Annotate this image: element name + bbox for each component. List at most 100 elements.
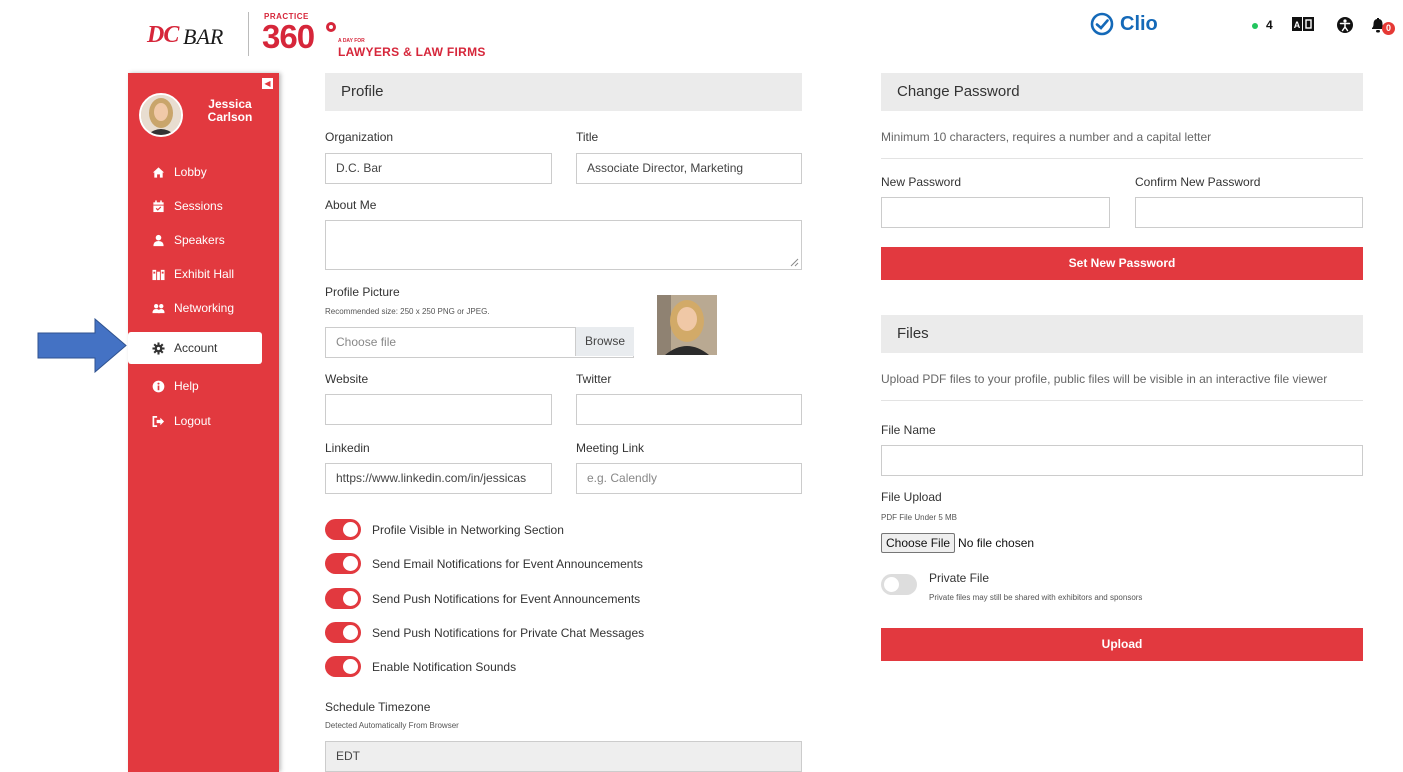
sidebar: ◀ Jessica Carlson Lobby Sessions Speaker… <box>128 73 279 772</box>
title-field[interactable]: Associate Director, Marketing <box>576 153 802 184</box>
toggle-private-file[interactable] <box>881 574 917 595</box>
private-file-label: Private File <box>929 571 990 585</box>
meeting-link-label: Meeting Link <box>576 441 645 455</box>
info-icon <box>152 380 165 392</box>
toggle-label: Enable Notification Sounds <box>372 660 517 674</box>
logo-divider <box>248 12 249 56</box>
sidebar-item-account[interactable]: Account <box>128 332 262 364</box>
avatar-photo <box>141 95 181 135</box>
choose-file-button[interactable]: Choose File <box>881 533 956 553</box>
about-me-label: About Me <box>325 198 377 212</box>
pointer-arrow <box>37 318 127 373</box>
clio-sponsor-logo[interactable]: Clio <box>1090 12 1160 40</box>
meeting-link-field[interactable]: e.g. Calendly <box>576 463 802 494</box>
organization-field[interactable]: D.C. Bar <box>325 153 552 184</box>
logout-icon <box>152 415 165 427</box>
toggle-push-chat[interactable] <box>325 622 361 643</box>
profile-section-header: Profile <box>325 73 802 111</box>
profile-picture-hint: Recommended size: 250 x 250 PNG or JPEG. <box>325 307 490 316</box>
twitter-label: Twitter <box>576 372 612 386</box>
timezone-field[interactable]: EDT <box>325 741 802 772</box>
file-name-field[interactable] <box>881 445 1363 476</box>
sidebar-item-label: Exhibit Hall <box>174 267 235 281</box>
sidebar-item-speakers[interactable]: Speakers <box>128 224 262 256</box>
no-file-chosen-text: No file chosen <box>958 536 1035 550</box>
file-upload-input[interactable]: Choose File No file chosen <box>881 533 1034 553</box>
profile-picture-preview <box>657 295 717 355</box>
toggle-email-announcements[interactable] <box>325 553 361 574</box>
confirm-password-field[interactable] <box>1135 197 1363 228</box>
browse-button[interactable]: Browse <box>575 327 634 356</box>
title-label: Title <box>576 130 599 144</box>
svg-text:A: A <box>1294 20 1301 30</box>
organization-label: Organization <box>325 130 394 144</box>
linkedin-field[interactable]: https://www.linkedin.com/in/jessicas <box>325 463 552 494</box>
sidebar-item-exhibit-hall[interactable]: Exhibit Hall <box>128 258 262 290</box>
sidebar-item-label: Lobby <box>174 165 207 179</box>
file-upload-hint: PDF File Under 5 MB <box>881 513 958 522</box>
private-file-hint: Private files may still be shared with e… <box>929 593 1143 602</box>
user-name: Jessica Carlson <box>207 97 253 124</box>
accessibility-icon[interactable] <box>1334 16 1356 34</box>
change-password-header: Change Password <box>881 73 1363 111</box>
resize-grip-icon[interactable] <box>790 258 799 267</box>
top-header: DC BAR PRACTICE 360 A DAY FOR LAWYERS & … <box>0 0 1403 68</box>
password-hint: Minimum 10 characters, requires a number… <box>881 130 1212 144</box>
confirm-password-label: Confirm New Password <box>1135 175 1261 189</box>
sidebar-item-label: Sessions <box>174 199 223 213</box>
sidebar-item-logout[interactable]: Logout <box>128 405 262 437</box>
sidebar-item-sessions[interactable]: Sessions <box>128 190 262 222</box>
file-name-label: File Name <box>881 423 936 437</box>
new-password-field[interactable] <box>881 197 1110 228</box>
sidebar-item-help[interactable]: Help <box>128 370 262 402</box>
practice-tagline: LAWYERS & LAW FIRMS <box>338 45 486 59</box>
linkedin-label: Linkedin <box>325 441 370 455</box>
website-label: Website <box>325 372 369 386</box>
about-me-textarea[interactable] <box>325 220 802 270</box>
sidebar-item-networking[interactable]: Networking <box>128 292 262 324</box>
files-section-header: Files <box>881 315 1363 353</box>
sidebar-item-label: Account <box>174 341 218 355</box>
calendar-icon <box>153 199 164 212</box>
degree-symbol <box>326 22 336 32</box>
online-count[interactable]: 4 <box>1266 18 1273 32</box>
set-new-password-button[interactable]: Set New Password <box>881 247 1363 280</box>
toggle-label: Profile Visible in Networking Section <box>372 523 564 537</box>
upload-button[interactable]: Upload <box>881 628 1363 661</box>
collapse-sidebar-button[interactable]: ◀ <box>262 78 273 89</box>
toggle-notification-sounds[interactable] <box>325 656 361 677</box>
divider <box>881 158 1363 159</box>
exhibit-icon <box>152 269 165 280</box>
toggle-push-announcements[interactable] <box>325 588 361 609</box>
sidebar-item-label: Help <box>174 379 199 393</box>
dcbar-logo[interactable]: DC BAR <box>147 22 235 52</box>
divider <box>881 400 1363 401</box>
dcbar-logo-bar: BAR <box>183 24 224 49</box>
home-icon <box>152 166 165 178</box>
practice-aday: A DAY FOR <box>338 38 365 44</box>
files-hint: Upload PDF files to your profile, public… <box>881 372 1328 386</box>
practice-360-logo: PRACTICE 360 A DAY FOR LAWYERS & LAW FIR… <box>262 12 485 60</box>
profile-picture-label: Profile Picture <box>325 285 400 299</box>
twitter-field[interactable] <box>576 394 802 425</box>
notification-count-badge: 0 <box>1382 22 1395 35</box>
clio-check-icon <box>1090 12 1114 36</box>
online-status-dot <box>1252 23 1258 29</box>
users-icon <box>152 303 165 313</box>
sponsor-name: Clio <box>1120 13 1158 35</box>
gear-icon <box>152 341 165 355</box>
translate-icon[interactable]: A <box>1292 16 1314 34</box>
profile-photo <box>657 295 717 355</box>
toggle-label: Send Push Notifications for Private Chat… <box>372 626 645 640</box>
avatar[interactable] <box>139 93 183 137</box>
dcbar-logo-dc: DC <box>147 22 179 48</box>
sidebar-item-label: Networking <box>174 301 235 315</box>
toggle-label: Send Push Notifications for Event Announ… <box>372 592 641 606</box>
sidebar-item-lobby[interactable]: Lobby <box>128 156 262 188</box>
sidebar-item-label: Speakers <box>174 233 225 247</box>
timezone-label: Schedule Timezone <box>325 700 431 714</box>
website-field[interactable] <box>325 394 552 425</box>
toggle-profile-visible[interactable] <box>325 519 361 540</box>
practice-number: 360 <box>262 18 315 55</box>
user-icon <box>153 234 164 246</box>
